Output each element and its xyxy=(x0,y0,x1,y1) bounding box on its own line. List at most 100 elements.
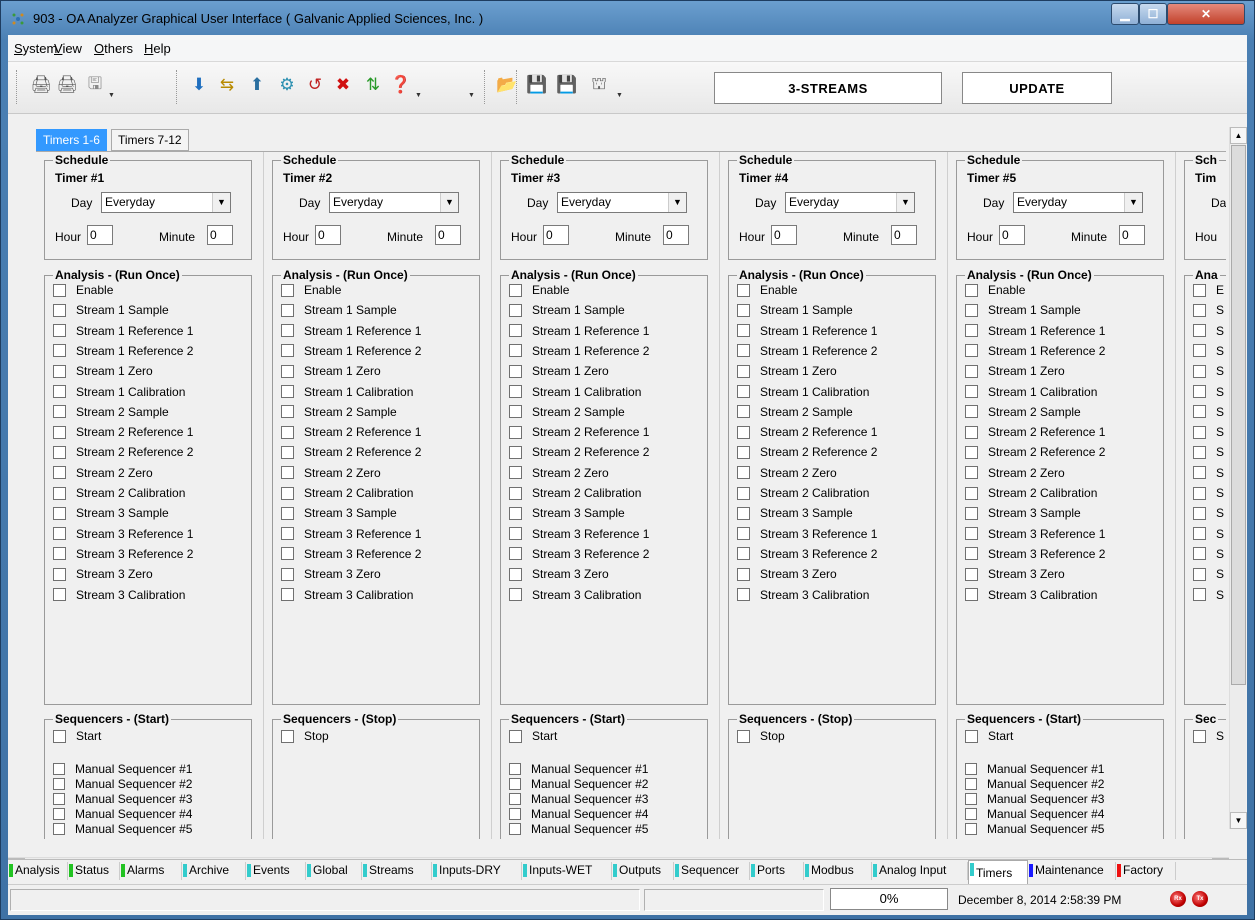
checkbox-box[interactable] xyxy=(965,486,978,500)
checkbox-box[interactable] xyxy=(281,324,294,338)
analysis-checkbox[interactable]: Stream 3 Reference 2 xyxy=(281,546,421,562)
checkbox-box[interactable] xyxy=(1193,283,1206,297)
analysis-checkbox[interactable]: Stream 3 Reference 2 xyxy=(53,546,193,562)
checkbox-box[interactable] xyxy=(53,324,66,338)
analysis-checkbox[interactable]: Stream 1 Zero xyxy=(509,363,609,379)
minute-input[interactable]: 0 xyxy=(1119,225,1145,245)
analysis-checkbox[interactable]: Stream 1 Reference 1 xyxy=(509,323,649,339)
checkbox-box[interactable] xyxy=(737,486,750,500)
manual-sequencer-checkbox[interactable]: Manual Sequencer #3 xyxy=(509,792,648,806)
upload-icon[interactable]: ⬆ xyxy=(244,72,270,98)
checkbox-box[interactable] xyxy=(53,405,66,419)
toolbar-overflow-icon[interactable]: ▼ xyxy=(616,92,624,100)
tab-timers-1-6[interactable]: Timers 1-6 xyxy=(36,129,107,151)
checkbox-box[interactable] xyxy=(965,763,977,775)
analysis-checkbox[interactable]: Stream 1 Reference 1 xyxy=(281,323,421,339)
checkbox-box[interactable] xyxy=(737,527,750,541)
manual-sequencer-checkbox[interactable]: Manual Sequencer #4 xyxy=(509,807,648,821)
stop-checkbox[interactable]: Stop xyxy=(737,728,785,744)
manual-sequencer-checkbox[interactable]: Manual Sequencer #5 xyxy=(53,822,192,836)
analysis-checkbox[interactable]: Stream 1 Calibration xyxy=(737,384,869,400)
checkbox-box[interactable] xyxy=(53,808,65,820)
checkbox-box[interactable] xyxy=(509,527,522,541)
vertical-scrollbar[interactable]: ▲ ▼ xyxy=(1229,127,1247,829)
analysis-checkbox[interactable]: S xyxy=(1193,363,1224,379)
analysis-checkbox[interactable]: Stream 1 Calibration xyxy=(965,384,1097,400)
start-checkbox[interactable]: Start xyxy=(509,728,557,744)
checkbox-box[interactable] xyxy=(965,283,978,297)
analysis-checkbox[interactable]: Stream 3 Calibration xyxy=(509,587,641,603)
manual-sequencer-checkbox[interactable]: Manual Sequencer #4 xyxy=(965,807,1104,821)
checkbox-box[interactable] xyxy=(965,303,978,317)
analysis-checkbox[interactable]: Stream 3 Calibration xyxy=(281,587,413,603)
analysis-checkbox[interactable]: S xyxy=(1193,546,1224,562)
analysis-checkbox[interactable]: Stream 2 Sample xyxy=(965,404,1081,420)
day-select[interactable]: Everyday ▼ xyxy=(101,192,231,213)
minute-input[interactable]: 0 xyxy=(891,225,917,245)
analysis-checkbox[interactable]: S xyxy=(1193,465,1224,481)
tab-ports[interactable]: Ports xyxy=(750,862,804,880)
analysis-checkbox[interactable]: Stream 3 Sample xyxy=(509,505,625,521)
start-checkbox[interactable]: Start xyxy=(53,728,101,744)
checkbox-box[interactable] xyxy=(1193,425,1206,439)
checkbox-box[interactable] xyxy=(53,506,66,520)
analysis-checkbox[interactable]: Stream 1 Sample xyxy=(509,302,625,318)
checkbox-box[interactable] xyxy=(53,567,66,581)
analysis-checkbox[interactable]: S xyxy=(1193,505,1224,521)
tab-global[interactable]: Global xyxy=(306,862,362,880)
tab-status[interactable]: Status xyxy=(68,862,120,880)
checkbox-box[interactable] xyxy=(965,425,978,439)
analysis-checkbox[interactable]: S xyxy=(1193,526,1224,542)
close-button[interactable]: ✕ xyxy=(1167,3,1245,25)
checkbox-box[interactable] xyxy=(1193,567,1206,581)
chevron-down-icon[interactable]: ▼ xyxy=(212,193,230,212)
tab-maintenance[interactable]: Maintenance xyxy=(1028,862,1116,880)
checkbox-box[interactable] xyxy=(281,527,294,541)
tab-analog-input[interactable]: Analog Input xyxy=(872,862,968,880)
analysis-checkbox[interactable]: Stream 2 Reference 2 xyxy=(965,444,1105,460)
checkbox-box[interactable] xyxy=(737,729,750,743)
checkbox-box[interactable] xyxy=(53,778,65,790)
checkbox-box[interactable] xyxy=(1193,385,1206,398)
menu-system[interactable]: System xyxy=(14,41,57,56)
tab-outputs[interactable]: Outputs xyxy=(612,862,674,880)
reset-icon[interactable]: ↺ xyxy=(302,72,328,98)
checkbox-box[interactable] xyxy=(281,425,294,439)
analysis-checkbox[interactable]: Stream 3 Zero xyxy=(737,566,837,582)
analysis-checkbox[interactable]: Stream 1 Sample xyxy=(281,302,397,318)
analysis-checkbox[interactable]: Stream 2 Reference 1 xyxy=(53,424,193,440)
checkbox-box[interactable] xyxy=(281,506,294,520)
checkbox-box[interactable] xyxy=(509,344,522,358)
analysis-checkbox[interactable]: S xyxy=(1193,566,1224,582)
checkbox-box[interactable] xyxy=(1193,344,1206,358)
checkbox-box[interactable] xyxy=(509,405,522,419)
analysis-checkbox[interactable]: Stream 1 Calibration xyxy=(53,384,185,400)
checkbox-box[interactable] xyxy=(737,445,750,459)
checkbox-box[interactable] xyxy=(53,823,65,835)
toolbar-overflow-icon[interactable]: ▼ xyxy=(108,92,116,100)
checkbox-box[interactable] xyxy=(53,486,66,500)
checkbox-box[interactable] xyxy=(53,793,65,805)
checkbox-box[interactable] xyxy=(53,588,66,601)
menu-help[interactable]: Help xyxy=(144,41,171,56)
checkbox-box[interactable] xyxy=(1193,405,1206,419)
analysis-checkbox[interactable]: S xyxy=(1193,485,1224,501)
save-as-icon[interactable]: 💾 xyxy=(554,72,580,98)
flow-icon[interactable]: ⛫ xyxy=(586,72,612,98)
tab-inputs-wet[interactable]: Inputs-WET xyxy=(522,862,612,880)
menu-others[interactable]: Others xyxy=(94,41,133,56)
analysis-checkbox[interactable]: Stream 1 Sample xyxy=(965,302,1081,318)
checkbox-box[interactable] xyxy=(965,547,978,561)
tab-sequencer[interactable]: Sequencer xyxy=(674,862,750,880)
analysis-checkbox[interactable]: Stream 1 Zero xyxy=(53,363,153,379)
checkbox-box[interactable] xyxy=(53,763,65,775)
analysis-checkbox[interactable]: S xyxy=(1193,323,1224,339)
checkbox-box[interactable] xyxy=(737,466,750,480)
analysis-checkbox[interactable]: Stream 3 Reference 1 xyxy=(509,526,649,542)
checkbox-box[interactable] xyxy=(53,466,66,480)
analysis-checkbox[interactable]: Stream 1 Reference 2 xyxy=(737,343,877,359)
transfer-icon[interactable]: ⇆ xyxy=(214,72,240,98)
analysis-checkbox[interactable]: Stream 1 Reference 2 xyxy=(509,343,649,359)
analysis-checkbox[interactable]: Stream 3 Calibration xyxy=(737,587,869,603)
chevron-down-icon[interactable]: ▼ xyxy=(896,193,914,212)
